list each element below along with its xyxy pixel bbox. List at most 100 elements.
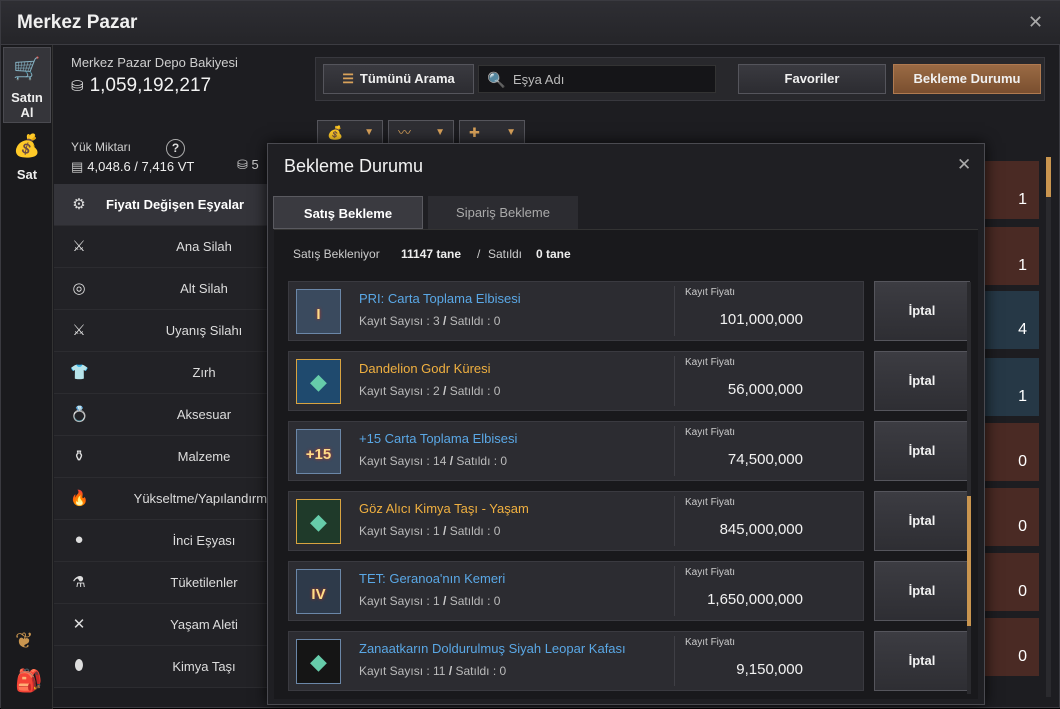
item-count-cell[interactable]: 1	[985, 161, 1039, 219]
list-item[interactable]: +15 +15 Carta Toplama Elbisesi Kayıt Sayıs…	[288, 421, 864, 481]
close-icon[interactable]: ✕	[957, 156, 971, 173]
registered-count: Kayıt Sayısı : 1	[359, 524, 440, 538]
price-label: Kayıt Fiyatı	[685, 427, 736, 438]
weight-partial-value: 5	[251, 157, 259, 172]
vertical-tabs: 🛒 Satın Al 💰 Sat ❦ 🎒	[1, 45, 53, 709]
weight-icon: ▤	[71, 159, 84, 174]
coin-stack-icon: ⛁	[237, 157, 248, 172]
divider	[674, 426, 675, 476]
list-icon: ☰	[342, 71, 354, 86]
favorites-button[interactable]: Favoriler	[738, 64, 886, 94]
market-window: Merkez Pazar ✕ 🛒 Satın Al 💰 Sat ❦ 🎒 Merk…	[0, 0, 1060, 709]
sold-value: 0 tane	[536, 247, 571, 261]
item-name: Zanaatkarın Doldurulmuş Siyah Leopar Kaf…	[359, 641, 626, 656]
modal-scrollbar[interactable]	[967, 282, 971, 694]
count-separator: /	[439, 384, 450, 398]
cancel-button[interactable]: İptal	[874, 421, 970, 481]
sold-count: Satıldı : 0	[456, 454, 508, 468]
scroll-thumb[interactable]	[1046, 157, 1051, 197]
item-name: +15 Carta Toplama Elbisesi	[359, 431, 518, 446]
balance-caption: Merkez Pazar Depo Bakiyesi	[71, 55, 238, 70]
tab-sell-label: Sat	[16, 167, 38, 182]
divider	[674, 286, 675, 336]
enhance-badge: I	[316, 306, 321, 323]
item-name: Dandelion Godr Küresi	[359, 361, 491, 376]
backpack-icon[interactable]: 🎒	[15, 668, 42, 694]
list-item[interactable]: ◆ Zanaatkarın Doldurulmuş Siyah Leopar Ka…	[288, 631, 864, 691]
tab-buy[interactable]: 🛒 Satın Al	[3, 47, 51, 123]
price-label: Kayıt Fiyatı	[685, 497, 736, 508]
cancel-button[interactable]: İptal	[874, 561, 970, 621]
potion-icon: ⚗	[72, 574, 86, 591]
tree-icon[interactable]: ❦	[15, 628, 33, 654]
cancel-button[interactable]: İptal	[874, 351, 970, 411]
close-icon[interactable]: ✕	[1028, 13, 1043, 31]
count-separator: /	[439, 594, 450, 608]
registered-count: Kayıt Sayısı : 11	[359, 664, 446, 678]
list-item[interactable]: IV TET: Geranoa'nın Kemeri Kayıt Sayısı : …	[288, 561, 864, 621]
blade-icon: ⚔	[72, 322, 86, 339]
item-name: PRI: Carta Toplama Elbisesi	[359, 291, 521, 306]
material-icon: ⚱	[72, 448, 86, 465]
item-count-cell[interactable]: 0	[985, 618, 1039, 676]
leopard-head-icon: ◆	[296, 639, 341, 684]
item-count-cell[interactable]: 0	[985, 488, 1039, 546]
price-value: 56,000,000	[727, 381, 803, 398]
search-all-button[interactable]: ☰ Tümünü Arama	[323, 64, 474, 94]
title-bar: Merkez Pazar ✕	[1, 1, 1060, 45]
tab-order-waiting[interactable]: Sipariş Bekleme	[428, 196, 578, 229]
cancel-button[interactable]: İptal	[874, 491, 970, 551]
list-item[interactable]: ◆ Dandelion Godr Küresi Kayıt Sayısı : 2 /…	[288, 351, 864, 411]
armor-icon: 👕	[70, 364, 89, 381]
pending-label: Satış Bekleniyor	[293, 247, 380, 261]
cancel-button[interactable]: İptal	[874, 631, 970, 691]
item-count-cell[interactable]: 1	[985, 227, 1039, 285]
load-current: 4,048.6	[87, 159, 131, 174]
waiting-status-button[interactable]: Bekleme Durumu	[893, 64, 1041, 94]
divider	[674, 636, 675, 686]
item-count-cell[interactable]: 4	[985, 291, 1039, 349]
help-icon[interactable]: ?	[166, 139, 185, 158]
window-title: Merkez Pazar	[17, 12, 138, 33]
price-value: 101,000,000	[719, 311, 803, 328]
count-separator: /	[445, 664, 456, 678]
tab-sell[interactable]: 💰 Sat	[3, 125, 51, 201]
sold-count: Satıldı : 0	[455, 664, 507, 678]
list-item[interactable]: I PRI: Carta Toplama Elbisesi Kayıt Sayısı…	[288, 281, 864, 341]
price-label: Kayıt Fiyatı	[685, 357, 736, 368]
scroll-thumb[interactable]	[967, 496, 971, 626]
price-value: 74,500,000	[727, 451, 803, 468]
right-scrollbar[interactable]	[1046, 157, 1051, 697]
item-counts: Kayıt Sayısı : 1 / Satıldı : 0	[359, 524, 500, 538]
item-name: Göz Alıcı Kimya Taşı - Yaşam	[359, 501, 529, 516]
search-input[interactable]: 🔍 Eşya Adı	[478, 65, 716, 93]
flame-icon: 🔥	[70, 490, 89, 507]
balance-panel: Merkez Pazar Depo Bakiyesi ⛁ 1,059,192,21…	[71, 55, 238, 97]
money-sack-icon: 💰	[327, 125, 344, 140]
ring-icon: 💍	[70, 406, 89, 423]
outfit-icon: +15	[296, 429, 341, 474]
belt-icon: IV	[296, 569, 341, 614]
item-count-cell[interactable]: 0	[985, 553, 1039, 611]
cancel-button[interactable]: İptal	[874, 281, 970, 341]
list-item[interactable]: ◆ Göz Alıcı Kimya Taşı - Yaşam Kayıt Sayıs…	[288, 491, 864, 551]
tools-icon: ✕	[72, 616, 86, 633]
coin-icon: ⛁	[71, 78, 84, 95]
item-counts: Kayıt Sayısı : 1 / Satıldı : 0	[359, 594, 500, 608]
cart-icon: 🛒	[13, 56, 41, 81]
tab-buy-label: Satın Al	[11, 90, 43, 120]
waiting-status-modal: Bekleme Durumu ✕ Satış Bekleme Sipariş B…	[267, 143, 985, 705]
balance-value: 1,059,192,217	[89, 75, 212, 96]
sold-count: Satıldı : 0	[449, 314, 501, 328]
sold-count: Satıldı : 0	[449, 524, 501, 538]
registered-count: Kayıt Sayısı : 2	[359, 384, 440, 398]
money-bag-icon: 💰	[13, 133, 41, 158]
registered-count: Kayıt Sayısı : 3	[359, 314, 440, 328]
tab-sale-waiting[interactable]: Satış Bekleme	[273, 196, 423, 229]
item-count-cell[interactable]: 0	[985, 423, 1039, 481]
load-caption: Yük Miktarı	[71, 140, 132, 154]
item-count-cell[interactable]: 1	[985, 358, 1039, 416]
item-name: TET: Geranoa'nın Kemeri	[359, 571, 506, 586]
shield-icon: ◎	[72, 280, 86, 297]
item-counts: Kayıt Sayısı : 2 / Satıldı : 0	[359, 384, 500, 398]
